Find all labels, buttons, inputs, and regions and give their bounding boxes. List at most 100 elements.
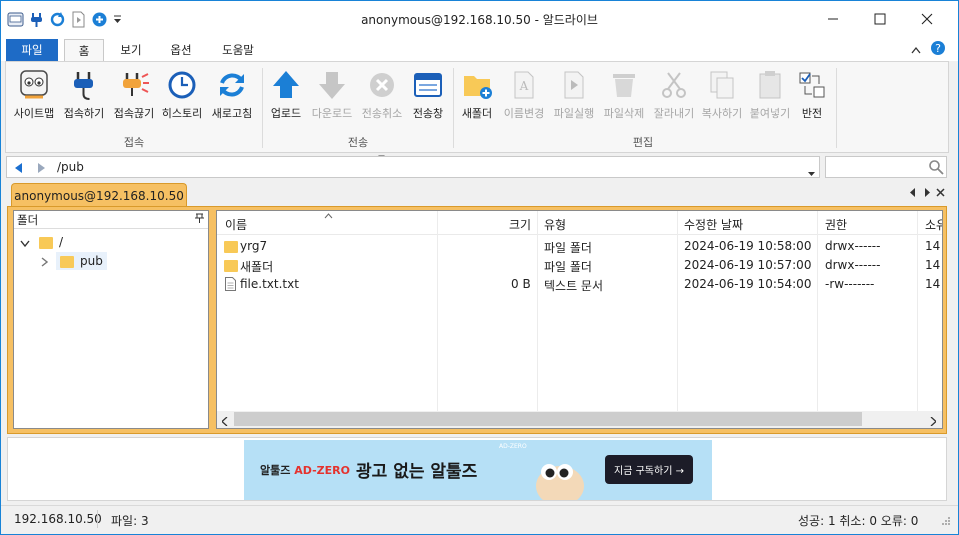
search-input[interactable] (825, 156, 947, 178)
group-separator (836, 68, 837, 148)
history-button[interactable]: 히스토리 (158, 68, 206, 128)
mascot-icon (530, 448, 590, 506)
ribbon: 사이트맵 접속하기 접속끊기 히스토리 새로고침 접속 업로드 다운로드 전송취… (5, 61, 949, 159)
column-owner[interactable]: 소유 (925, 216, 942, 233)
minimize-button[interactable] (810, 1, 856, 37)
folder-icon (60, 256, 74, 268)
text-file-icon (225, 277, 236, 294)
ad-subscribe-button[interactable]: 지금 구독하기 → (605, 455, 693, 484)
app-window: anonymous@192.168.10.50 - 알드라이브 파일 홈 보기 … (0, 0, 959, 535)
tab-help[interactable]: 도움말 (213, 39, 263, 61)
file-list: 이름 크기 유형 수정한 날짜 권한 소유 yrg7 파일 폴더 2024-06… (216, 210, 943, 429)
tree-item-root[interactable]: / (39, 235, 63, 249)
download-arrow-icon (315, 68, 349, 102)
column-permission[interactable]: 권한 (825, 216, 847, 233)
title-bar: anonymous@192.168.10.50 - 알드라이브 (1, 1, 958, 37)
rename-button[interactable]: A 이름변경 (500, 68, 548, 128)
download-button[interactable]: 다운로드 (308, 68, 356, 128)
invert-selection-button[interactable]: 반전 (796, 68, 828, 128)
tab-options[interactable]: 옵션 (161, 39, 201, 61)
status-divider (97, 510, 98, 528)
status-file-count: 파일: 3 (111, 514, 149, 528)
ad-banner[interactable]: 알툴즈 AD-ZERO 광고 없는 알툴즈 AD-ZERO 지금 구독하기 → (244, 440, 712, 506)
ad-brand: 알툴즈 AD-ZERO (260, 464, 350, 477)
sitemap-icon (17, 68, 51, 102)
upload-button[interactable]: 업로드 (266, 68, 306, 128)
group-label-edit: 편집 (632, 136, 654, 149)
table-row[interactable]: 새폴더 파일 폴더 2024-06-19 10:57:00 drwx------… (217, 256, 942, 275)
connect-button[interactable]: 접속하기 (60, 68, 108, 128)
path-input[interactable]: /pub (57, 160, 84, 174)
table-row[interactable]: file.txt.txt 0 B 텍스트 문서 2024-06-19 10:54… (217, 275, 942, 294)
sitemap-button[interactable]: 사이트맵 (12, 68, 56, 128)
close-tab-icon[interactable] (936, 186, 945, 200)
column-name[interactable]: 이름 (225, 216, 247, 233)
invert-selection-icon (795, 68, 829, 102)
paste-icon (753, 68, 787, 102)
forward-arrow-icon[interactable] (37, 162, 45, 176)
transfer-window-button[interactable]: 전송창 (406, 68, 450, 128)
new-folder-button[interactable]: 새폴더 (457, 68, 497, 128)
rename-icon: A (507, 68, 541, 102)
copy-button[interactable]: 복사하기 (698, 68, 746, 128)
status-summary: 성공: 1 취소: 0 오류: 0 (798, 514, 919, 528)
scissors-icon (657, 68, 691, 102)
tab-home[interactable]: 홈 (64, 39, 104, 61)
collapse-ribbon-icon[interactable] (911, 43, 921, 57)
close-button[interactable] (904, 1, 950, 37)
path-dropdown-icon[interactable] (808, 165, 815, 179)
search-icon[interactable] (928, 159, 944, 178)
back-arrow-icon[interactable] (15, 162, 23, 176)
tab-scroll-left-icon[interactable] (910, 186, 916, 200)
horizontal-scrollbar[interactable] (217, 411, 942, 428)
transfer-window-icon (411, 68, 445, 102)
tree-item-pub[interactable]: pub (56, 252, 107, 270)
expand-chevron-icon[interactable] (20, 237, 30, 251)
tab-scroll-right-icon[interactable] (924, 186, 930, 200)
pin-icon[interactable] (195, 212, 204, 226)
scroll-right-icon[interactable] (930, 415, 937, 428)
address-bar[interactable]: /pub (6, 156, 820, 178)
table-row[interactable]: yrg7 파일 폴더 2024-06-19 10:58:00 drwx-----… (217, 237, 942, 256)
ad-area: 알툴즈 AD-ZERO 광고 없는 알툴즈 AD-ZERO 지금 구독하기 → (7, 437, 947, 506)
group-label-transfer: 전송 (347, 136, 369, 149)
disconnect-button[interactable]: 접속끊기 (110, 68, 158, 128)
ad-headline: 광고 없는 알툴즈 (356, 462, 478, 482)
sort-ascending-icon (324, 211, 333, 222)
upload-arrow-icon (269, 68, 303, 102)
tab-file[interactable]: 파일 (6, 39, 58, 61)
trash-icon (607, 68, 641, 102)
resize-grip-icon[interactable] (941, 515, 951, 529)
collapse-chevron-icon[interactable] (41, 256, 49, 270)
folder-icon (39, 237, 53, 249)
cancel-icon (365, 68, 399, 102)
cancel-transfer-button[interactable]: 전송취소 (358, 68, 406, 128)
group-label-connect: 접속 (123, 136, 145, 149)
scroll-left-icon[interactable] (221, 415, 228, 428)
delete-file-button[interactable]: 파일삭제 (600, 68, 648, 128)
ribbon-tab-bar: 파일 홈 보기 옵션 도움말 ? (1, 37, 958, 61)
maximize-button[interactable] (857, 1, 903, 37)
scrollbar-thumb[interactable] (234, 412, 862, 426)
plug-disconnect-icon (117, 68, 151, 102)
refresh-button[interactable]: 새로고침 (208, 68, 256, 128)
svg-text:A: A (519, 79, 529, 93)
run-file-icon (557, 68, 591, 102)
column-type[interactable]: 유형 (544, 216, 566, 233)
session-tab[interactable]: anonymous@192.168.10.50 (11, 183, 187, 207)
help-icon[interactable]: ? (930, 40, 946, 59)
run-file-button[interactable]: 파일실행 (550, 68, 598, 128)
session-panel: 폴더 / pub 이름 크기 유형 수정한 날짜 권한 소 yrg7 파일 폴더… (7, 206, 947, 434)
folder-tree: 폴더 / pub (13, 210, 209, 429)
copy-icon (705, 68, 739, 102)
ad-tag: AD-ZERO (499, 443, 527, 450)
tab-view[interactable]: 보기 (111, 39, 151, 61)
cut-button[interactable]: 잘라내기 (650, 68, 698, 128)
paste-button[interactable]: 붙여넣기 (746, 68, 794, 128)
column-modified[interactable]: 수정한 날짜 (684, 216, 743, 233)
plug-connect-icon (67, 68, 101, 102)
svg-text:?: ? (935, 42, 941, 55)
session-tab-bar: anonymous@192.168.10.50 (5, 181, 949, 207)
new-folder-icon (460, 68, 494, 102)
column-size[interactable]: 크기 (509, 216, 531, 233)
